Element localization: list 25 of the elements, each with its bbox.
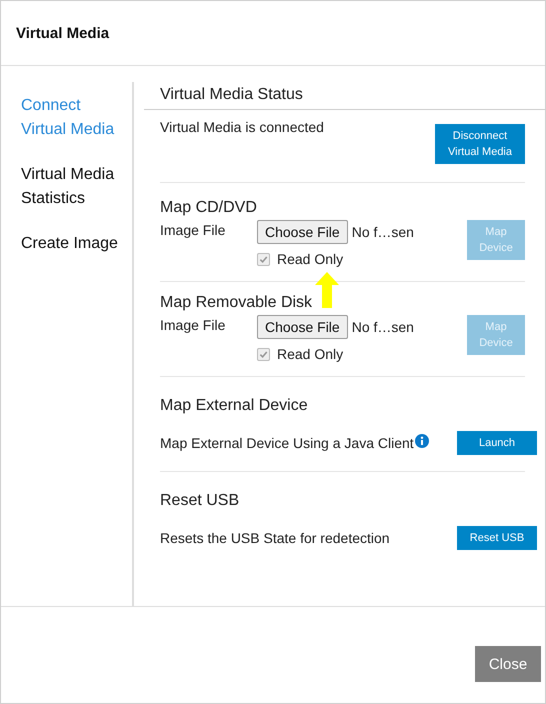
section-heading: Map CD/DVD: [160, 199, 258, 217]
info-icon[interactable]: [414, 434, 429, 448]
description-text: Resets the USB State for redetection: [160, 530, 390, 546]
sidebar-item[interactable]: Create Image: [21, 232, 118, 256]
checkbox-label: Read Only: [277, 251, 344, 267]
dialog-title: Virtual Media: [16, 24, 110, 42]
field-label: Image File: [160, 221, 226, 238]
file-status: No f…sen: [352, 319, 414, 335]
sidebar-item[interactable]: Virtual Media Statistics: [21, 163, 118, 211]
action-button[interactable]: Launch: [457, 431, 537, 455]
action-button[interactable]: Reset USB: [457, 526, 537, 550]
action-button[interactable]: Disconnect Virtual Media: [435, 124, 525, 164]
section-heading: Map Removable Disk: [160, 294, 314, 312]
checkbox-label: Read Only: [277, 346, 344, 362]
close-button[interactable]: Close: [475, 646, 541, 682]
sidebar-item[interactable]: Connect Virtual Media: [21, 94, 118, 142]
file-status: No f…sen: [352, 224, 414, 240]
choose-file-button[interactable]: Choose File: [257, 220, 348, 244]
section-heading: Virtual Media Status: [144, 82, 545, 110]
field-label: Image File: [160, 316, 226, 333]
choose-file-button[interactable]: Choose File: [257, 315, 348, 339]
section-heading: Map External Device: [160, 397, 309, 415]
section-heading: Reset USB: [160, 492, 240, 510]
description-text: Map External Device Using a Java Client: [160, 435, 414, 451]
status-text: Virtual Media is connected: [160, 119, 324, 135]
